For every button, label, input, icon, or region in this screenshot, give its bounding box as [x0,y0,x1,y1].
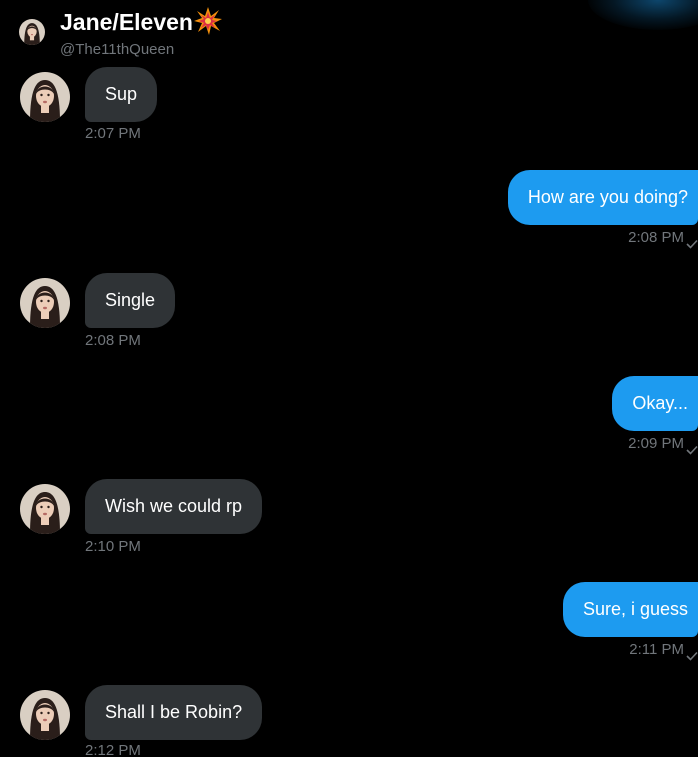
message-text: Single [105,290,156,310]
message-bubble-outgoing[interactable]: How are you doing? [507,170,698,225]
message-text: How are you doing? [527,187,688,207]
message-timestamp: 2:08 PM [628,229,698,249]
avatar[interactable] [20,278,70,328]
avatar-image [20,278,70,328]
message-text: Okay... [632,393,688,413]
avatar[interactable] [20,72,70,122]
message-timestamp: 2:08 PM [85,332,141,349]
corner-glow [588,0,698,30]
contact-handle: @The11thQueen [60,41,175,58]
avatar[interactable] [20,690,70,740]
conversation-title[interactable]: Jane/Eleven [60,7,223,37]
message-text: Wish we could rp [105,496,243,516]
message-bubble-outgoing[interactable]: Okay... [612,376,698,431]
timestamp-text: 2:08 PM [628,229,684,246]
message-text: Sure, i guess [582,599,688,619]
message-timestamp: 2:11 PM [629,641,698,661]
contact-name: Jane/Eleven [60,8,193,35]
timestamp-text: 2:11 PM [629,641,684,658]
message-bubble-incoming[interactable]: Sup [85,67,158,122]
avatar[interactable] [20,484,70,534]
message-timestamp: 2:07 PM [85,125,141,142]
avatar-image [20,72,70,122]
message-bubble-incoming[interactable]: Single [85,273,176,328]
message-timestamp: 2:09 PM [628,435,698,455]
collision-burst-icon [193,6,223,36]
message-text: Sup [105,84,138,104]
timestamp-text: 2:09 PM [628,435,684,452]
message-bubble-incoming[interactable]: Shall I be Robin? [85,685,263,740]
avatar-image [20,690,70,740]
sent-check-icon [686,648,698,661]
message-bubble-outgoing[interactable]: Sure, i guess [562,582,698,637]
message-bubble-incoming[interactable]: Wish we could rp [85,479,263,534]
sent-check-icon [686,442,698,455]
avatar-image [20,484,70,534]
message-text: Shall I be Robin? [105,702,243,722]
avatar-image [19,19,45,45]
dm-conversation: Jane/Eleven @The11thQueen Sup 2:07 PM Ho… [0,0,698,757]
message-timestamp: 2:10 PM [85,538,141,555]
sent-check-icon [686,236,698,249]
header-avatar[interactable] [19,19,45,45]
message-timestamp: 2:12 PM [85,742,141,757]
